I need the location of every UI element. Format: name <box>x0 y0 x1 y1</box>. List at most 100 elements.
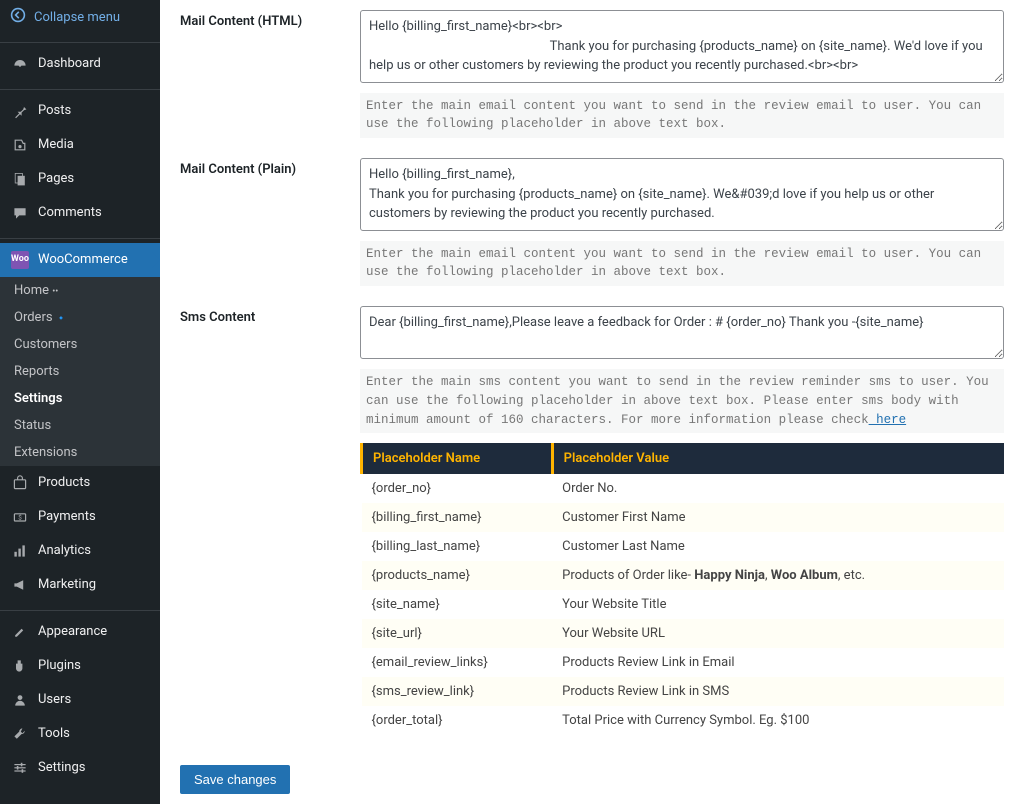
pin-icon <box>10 101 30 121</box>
placeholder-name-cell: {order_total} <box>362 706 553 735</box>
main-content: Mail Content (HTML) Enter the main email… <box>160 0 1024 804</box>
table-row: {site_url}Your Website URL <box>362 619 1005 648</box>
save-changes-button[interactable]: Save changes <box>180 765 290 794</box>
submenu-home[interactable]: Home •• <box>0 277 160 304</box>
dashboard-icon <box>10 54 30 74</box>
home-badge-icon: •• <box>52 287 58 297</box>
menu-label: Payments <box>38 509 96 526</box>
submenu-reports[interactable]: Reports <box>0 358 160 385</box>
submenu-orders[interactable]: Orders 🔹 <box>0 304 160 331</box>
mail-html-textarea[interactable] <box>360 10 1004 83</box>
placeholder-value-cell: Customer First Name <box>552 503 1004 532</box>
menu-media[interactable]: Media <box>0 128 160 162</box>
comment-icon <box>10 203 30 223</box>
menu-label: Media <box>38 137 74 154</box>
placeholder-value-cell: Products Review Link in SMS <box>552 677 1004 706</box>
th-placeholder-value: Placeholder Value <box>552 443 1004 474</box>
collapse-icon <box>10 7 26 27</box>
collapse-label: Collapse menu <box>34 10 120 25</box>
placeholder-name-cell: {order_no} <box>362 474 553 503</box>
table-row: {site_name}Your Website Title <box>362 590 1005 619</box>
tools-icon <box>10 724 30 744</box>
table-row: {products_name}Products of Order like- H… <box>362 561 1005 590</box>
menu-label: Dashboard <box>38 56 101 73</box>
menu-label: Plugins <box>38 658 81 675</box>
placeholder-name-cell: {billing_last_name} <box>362 532 553 561</box>
submenu-extensions[interactable]: Extensions <box>0 439 160 466</box>
placeholder-name-cell: {site_name} <box>362 590 553 619</box>
placeholder-value-cell: Products Review Link in Email <box>552 648 1004 677</box>
th-placeholder-name: Placeholder Name <box>362 443 553 474</box>
mail-html-label: Mail Content (HTML) <box>180 10 360 29</box>
menu-label: WooCommerce <box>38 252 128 269</box>
sms-description: Enter the main sms content you want to s… <box>360 369 1004 433</box>
menu-label: Pages <box>38 171 74 188</box>
menu-label: Products <box>38 475 90 492</box>
submenu-settings[interactable]: Settings <box>0 385 160 412</box>
table-row: {order_total}Total Price with Currency S… <box>362 706 1005 735</box>
collapse-menu[interactable]: Collapse menu <box>0 0 160 34</box>
sms-content-textarea[interactable] <box>360 306 1004 359</box>
menu-woocommerce[interactable]: Woo WooCommerce <box>0 243 160 277</box>
sms-content-label: Sms Content <box>180 306 360 325</box>
menu-label: Appearance <box>38 624 107 641</box>
menu-appearance[interactable]: Appearance <box>0 615 160 649</box>
menu-analytics[interactable]: Analytics <box>0 534 160 568</box>
placeholder-name-cell: {email_review_links} <box>362 648 553 677</box>
users-icon <box>10 690 30 710</box>
woocommerce-icon: Woo <box>10 250 30 270</box>
mail-plain-description: Enter the main email content you want to… <box>360 241 1004 287</box>
media-icon <box>10 135 30 155</box>
menu-settings[interactable]: Settings <box>0 751 160 785</box>
table-row: {sms_review_link}Products Review Link in… <box>362 677 1005 706</box>
menu-dashboard[interactable]: Dashboard <box>0 47 160 81</box>
placeholder-value-cell: Customer Last Name <box>552 532 1004 561</box>
menu-label: Marketing <box>38 577 96 594</box>
menu-label: Users <box>38 692 71 709</box>
settings-icon <box>10 758 30 778</box>
menu-label: Comments <box>38 205 102 222</box>
payments-icon: $ <box>10 507 30 527</box>
menu-posts[interactable]: Posts <box>0 94 160 128</box>
table-row: {order_no}Order No. <box>362 474 1005 503</box>
placeholder-name-cell: {sms_review_link} <box>362 677 553 706</box>
table-row: {email_review_links}Products Review Link… <box>362 648 1005 677</box>
here-link[interactable]: here <box>869 413 907 427</box>
menu-label: Settings <box>38 760 85 777</box>
menu-marketing[interactable]: Marketing <box>0 568 160 602</box>
menu-comments[interactable]: Comments <box>0 196 160 230</box>
placeholder-name-cell: {products_name} <box>362 561 553 590</box>
table-row: {billing_last_name}Customer Last Name <box>362 532 1005 561</box>
placeholder-value-cell: Total Price with Currency Symbol. Eg. $1… <box>552 706 1004 735</box>
products-icon <box>10 473 30 493</box>
submenu-status[interactable]: Status <box>0 412 160 439</box>
placeholder-value-cell: Your Website Title <box>552 590 1004 619</box>
menu-label: Posts <box>38 103 71 120</box>
placeholder-name-cell: {billing_first_name} <box>362 503 553 532</box>
plugins-icon <box>10 656 30 676</box>
menu-label: Analytics <box>38 543 91 560</box>
appearance-icon <box>10 622 30 642</box>
menu-payments[interactable]: $ Payments <box>0 500 160 534</box>
placeholder-value-cell: Your Website URL <box>552 619 1004 648</box>
menu-users[interactable]: Users <box>0 683 160 717</box>
placeholder-name-cell: {site_url} <box>362 619 553 648</box>
analytics-icon <box>10 541 30 561</box>
placeholder-value-cell: Order No. <box>552 474 1004 503</box>
menu-pages[interactable]: Pages <box>0 162 160 196</box>
mail-plain-textarea[interactable] <box>360 158 1004 231</box>
menu-label: Tools <box>38 726 70 743</box>
woocommerce-submenu: Home •• Orders 🔹 Customers Reports Setti… <box>0 277 160 466</box>
mail-html-description: Enter the main email content you want to… <box>360 93 1004 139</box>
orders-badge-icon: 🔹 <box>56 314 67 324</box>
menu-plugins[interactable]: Plugins <box>0 649 160 683</box>
admin-sidebar: Collapse menu Dashboard Posts Media Page… <box>0 0 160 804</box>
placeholder-table: Placeholder Name Placeholder Value {orde… <box>360 443 1004 735</box>
menu-products[interactable]: Products <box>0 466 160 500</box>
table-row: {billing_first_name}Customer First Name <box>362 503 1005 532</box>
mail-plain-label: Mail Content (Plain) <box>180 158 360 177</box>
marketing-icon <box>10 575 30 595</box>
submenu-customers[interactable]: Customers <box>0 331 160 358</box>
svg-text:$: $ <box>18 513 22 521</box>
menu-tools[interactable]: Tools <box>0 717 160 751</box>
